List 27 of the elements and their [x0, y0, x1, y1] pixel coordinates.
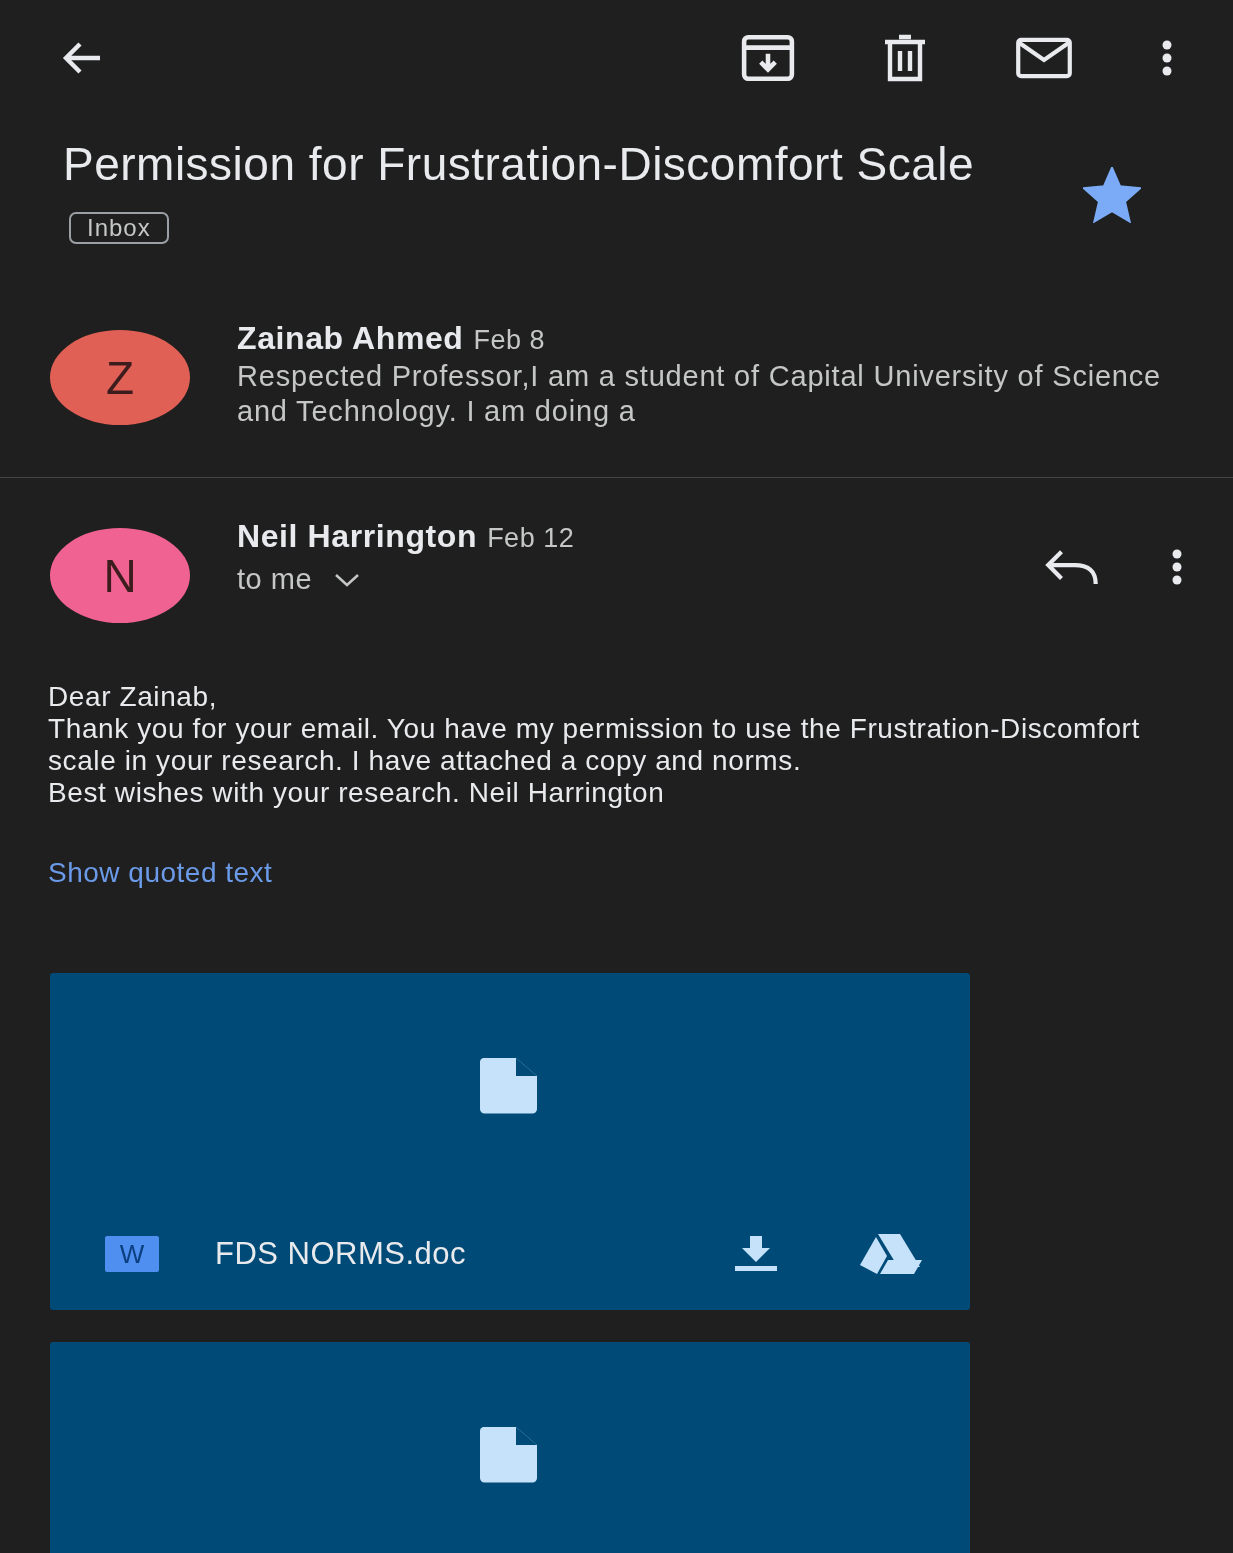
sender-name: Neil Harrington	[237, 518, 478, 554]
mail-icon[interactable]	[1015, 36, 1073, 79]
drive-icon[interactable]	[858, 1234, 922, 1274]
file-name: FDS NORMS.doc	[215, 1236, 467, 1272]
inbox-label: Inbox	[69, 212, 169, 244]
caret-icon	[334, 572, 361, 587]
body-text: Dear Zainab,	[48, 681, 219, 713]
body-text: Thank you for your email. You have my permission to use the Frustration-Discomfort scale in your research. I have attached a copy and norms.	[48, 713, 1141, 777]
message-snippet: Respected Professor,I am a student of Capital University of Science and Technology. I am doing a	[237, 359, 1163, 429]
body-text: Best wishes with your research. Neil Harrington	[48, 777, 666, 809]
show-quoted-text-link[interactable]: Show quoted text	[48, 857, 273, 889]
recipient-toggle[interactable]: to me	[237, 563, 361, 596]
word-file-badge: W	[105, 1236, 159, 1272]
reply-icon[interactable]	[1043, 548, 1099, 586]
star-icon[interactable]	[1083, 167, 1141, 223]
sender-name: Zainab Ahmed	[237, 320, 464, 356]
subject-title: Permission for Frustration-Discomfort Scale	[63, 138, 975, 190]
avatar: Z	[50, 330, 190, 425]
attachment-card[interactable]: W FDS NORMS.doc	[50, 973, 970, 1310]
archive-icon[interactable]	[741, 32, 795, 83]
more-options-icon[interactable]	[1171, 549, 1183, 585]
download-icon[interactable]	[734, 1236, 778, 1272]
avatar: N	[50, 528, 190, 623]
message-date: Feb 12	[487, 523, 575, 553]
message-date: Feb 8	[473, 325, 546, 355]
delete-icon[interactable]	[883, 33, 927, 82]
more-options-icon[interactable]	[1161, 39, 1173, 76]
